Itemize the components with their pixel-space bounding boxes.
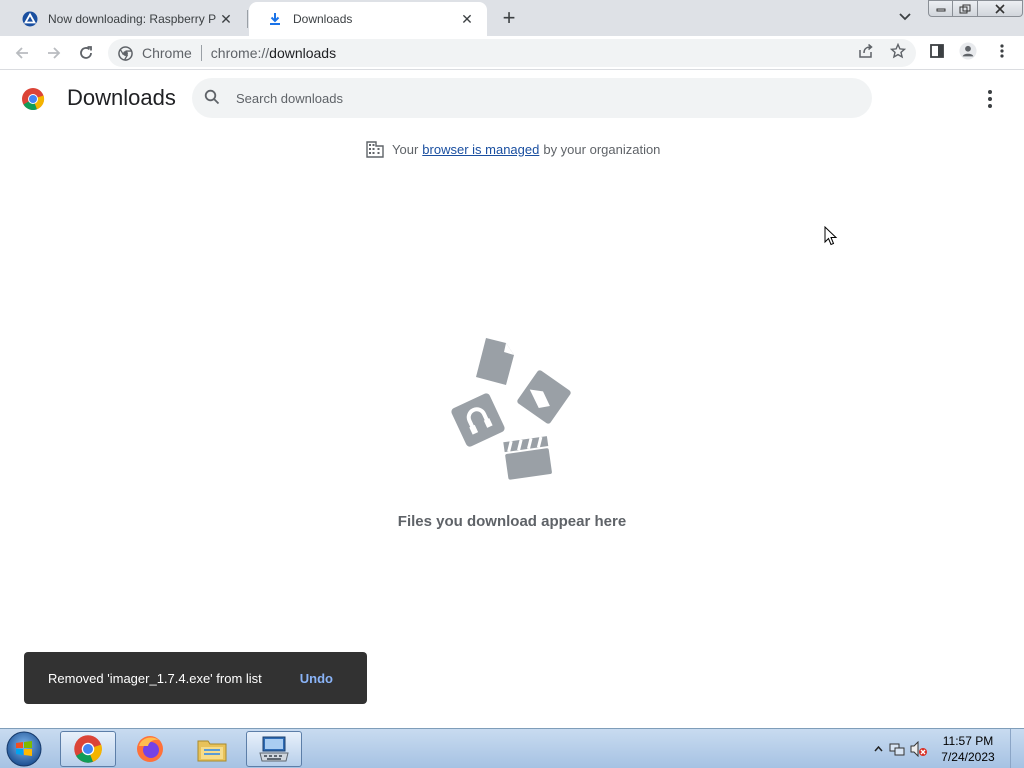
tab-downloads[interactable]: Downloads ✕ [249,2,487,36]
document-icon [476,338,514,385]
scheme-label: Chrome [142,45,192,61]
downloads-header: Downloads [0,71,1024,127]
removed-toast: Removed 'imager_1.7.4.exe' from list Und… [24,652,367,704]
url-path: downloads [269,45,337,61]
tab-title: Downloads [293,12,353,26]
taskbar-chrome[interactable] [60,731,116,767]
chrome-icon [74,735,102,763]
tab-now-downloading[interactable]: Now downloading: Raspberry Pi ✕ [4,2,246,36]
raspberry-pi-favicon-icon [22,11,38,27]
show-hidden-icons-chevron-icon[interactable] [870,746,886,752]
chrome-logo-icon [21,87,45,111]
taskbar-on-screen-keyboard[interactable] [246,731,302,767]
managed-prefix: Your [392,141,419,157]
empty-state-message: Files you download appear here [397,513,627,530]
volume-muted-icon[interactable] [908,741,930,757]
tab-strip: Now downloading: Raspberry Pi ✕ Download… [0,0,1024,36]
omnibox-divider [200,45,202,61]
windows-taskbar: 11:57 PM 7/24/2023 [0,728,1024,768]
tab-close-icon[interactable]: ✕ [457,9,477,29]
restore-button[interactable] [953,0,978,17]
chrome-page-icon [118,45,134,61]
window-close-button[interactable] [978,0,1023,17]
taskbar-clock[interactable]: 11:57 PM 7/24/2023 [930,733,1006,765]
image-icon [517,370,571,424]
taskbar-file-explorer[interactable] [184,731,240,767]
new-tab-button[interactable]: + [497,6,521,30]
audio-icon [451,393,505,447]
tab-title: Now downloading: Raspberry Pi [48,12,216,26]
clock-date: 7/24/2023 [941,750,995,764]
on-screen-keyboard-icon [259,736,289,762]
tab-separator [247,10,248,28]
start-button[interactable] [4,730,44,768]
file-explorer-icon [197,740,227,762]
forward-button[interactable] [41,40,67,66]
video-clapper-icon [503,436,552,480]
url-host: chrome:// [210,45,270,61]
downloads-more-actions-icon[interactable] [980,87,1000,111]
chrome-menu-icon[interactable] [993,42,1011,60]
page-title: Downloads [67,85,176,110]
search-icon [204,89,222,107]
managed-notice: Your browser is managed by your organiza… [366,140,660,158]
taskbar-firefox[interactable] [122,731,178,767]
system-tray: 11:57 PM 7/24/2023 [870,729,1024,768]
address-bar[interactable]: Chrome chrome://downloads [108,39,916,67]
tab-search-chevron-icon[interactable] [894,6,916,28]
browser-toolbar: Chrome chrome://downloads [0,36,1024,70]
window-controls [928,0,1023,18]
share-icon[interactable] [857,42,875,60]
browser-managed-link[interactable]: browser is managed [422,142,539,157]
managed-suffix: by your organization [543,141,661,157]
clock-time: 11:57 PM [942,734,994,748]
toast-message: Removed 'imager_1.7.4.exe' from list [48,670,262,686]
show-desktop-button[interactable] [1010,729,1024,768]
mouse-cursor-icon [824,225,838,246]
profile-avatar-icon[interactable] [959,42,977,60]
tab-close-icon[interactable]: ✕ [216,9,236,29]
minimize-button[interactable] [928,0,953,17]
search-downloads-box[interactable] [192,78,872,118]
firefox-icon [137,736,163,762]
side-panel-icon[interactable] [928,42,946,60]
network-icon[interactable] [886,741,908,757]
search-input[interactable] [236,90,836,106]
building-icon [366,140,384,158]
download-favicon-icon [267,11,283,27]
undo-button[interactable]: Undo [300,671,333,686]
bookmark-star-icon[interactable] [889,42,907,60]
reload-button[interactable] [73,40,99,66]
back-button[interactable] [9,40,35,66]
empty-downloads-illustration [448,335,576,485]
